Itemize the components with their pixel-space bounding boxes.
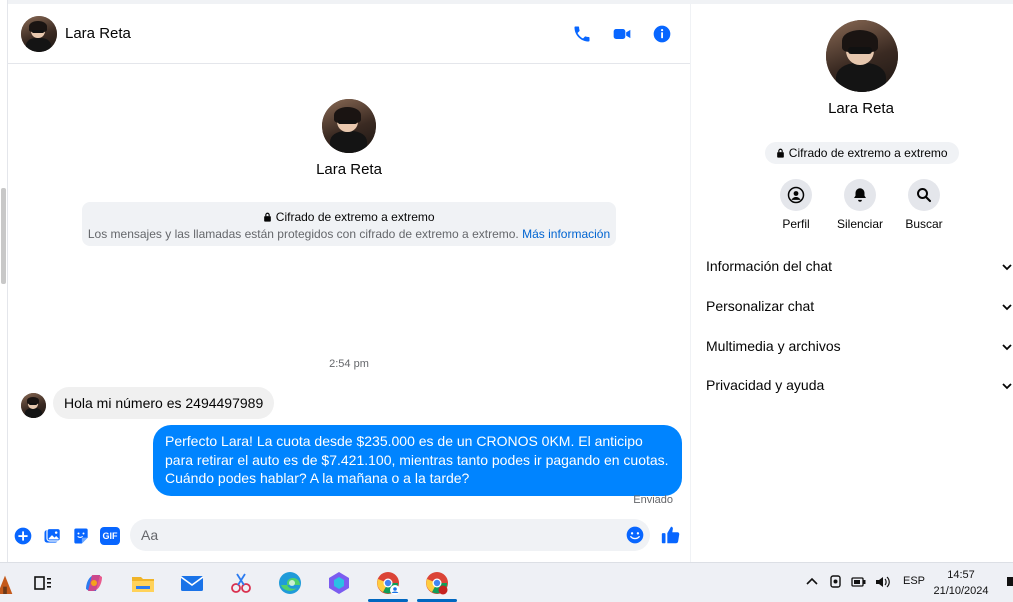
composer: GIF bbox=[8, 516, 690, 556]
widgets-icon[interactable] bbox=[0, 569, 16, 597]
mute-button[interactable]: Silenciar bbox=[828, 179, 892, 231]
emoji-icon[interactable] bbox=[625, 525, 645, 545]
chat-pane: Lara Reta Lara Reta Cifrado de extremo a… bbox=[8, 4, 690, 562]
message-timestamp: 2:54 pm bbox=[329, 358, 369, 370]
profile-icon bbox=[787, 186, 805, 204]
info-contact-name: Lara Reta bbox=[828, 100, 894, 117]
message-avatar[interactable] bbox=[21, 393, 46, 418]
section-media-files[interactable]: Multimedia y archivos bbox=[706, 338, 1013, 378]
chevron-down-icon bbox=[1002, 383, 1012, 390]
left-edge-strip bbox=[0, 0, 8, 562]
video-icon[interactable] bbox=[612, 24, 632, 44]
contact-name[interactable]: Lara Reta bbox=[65, 25, 131, 42]
edge-icon[interactable] bbox=[276, 569, 304, 597]
gif-icon[interactable]: GIF bbox=[100, 527, 120, 545]
section-chat-info[interactable]: Información del chat bbox=[706, 258, 1013, 298]
language-indicator[interactable]: ESP bbox=[903, 575, 925, 587]
more-info-link[interactable]: Más información bbox=[522, 227, 610, 241]
profile-button[interactable]: Perfil bbox=[764, 179, 828, 231]
search-button[interactable]: Buscar bbox=[892, 179, 956, 231]
chrome-icon[interactable] bbox=[423, 569, 451, 597]
info-icon[interactable] bbox=[652, 24, 672, 44]
chat-info-panel: Lara Reta Cifrado de extremo a extremo P… bbox=[691, 4, 1013, 562]
notification-icon[interactable] bbox=[1006, 575, 1013, 589]
chevron-down-icon bbox=[1002, 344, 1012, 351]
copilot-icon[interactable] bbox=[80, 569, 108, 597]
intro-contact-name: Lara Reta bbox=[316, 161, 382, 178]
chrome-profile-icon[interactable] bbox=[374, 569, 402, 597]
speaker-icon[interactable] bbox=[874, 574, 892, 590]
network-battery-icon[interactable] bbox=[851, 574, 869, 590]
snipping-tool-icon[interactable] bbox=[227, 569, 255, 597]
message-status: Enviado bbox=[633, 494, 673, 506]
scrollbar[interactable] bbox=[1, 188, 6, 284]
section-customize-chat[interactable]: Personalizar chat bbox=[706, 298, 1013, 338]
copilot-m365-icon[interactable] bbox=[325, 569, 353, 597]
clock-time: 14:57 bbox=[947, 569, 975, 581]
file-explorer-icon[interactable] bbox=[129, 569, 157, 597]
e2e-badge-label: Cifrado de extremo a extremo bbox=[788, 146, 948, 160]
sticker-icon[interactable] bbox=[71, 526, 91, 546]
chevron-down-icon bbox=[1002, 264, 1012, 271]
avatar[interactable] bbox=[21, 16, 57, 52]
search-label: Buscar bbox=[905, 217, 943, 231]
task-view-icon[interactable] bbox=[29, 569, 57, 597]
clock[interactable]: 14:57 21/10/2024 bbox=[925, 567, 997, 599]
lock-icon bbox=[264, 212, 272, 222]
chat-header: Lara Reta bbox=[8, 4, 690, 64]
intro-avatar[interactable] bbox=[322, 99, 376, 153]
clock-date: 21/10/2024 bbox=[933, 585, 989, 597]
profile-label: Perfil bbox=[782, 217, 810, 231]
lock-icon bbox=[777, 148, 785, 158]
e2e-badge[interactable]: Cifrado de extremo a extremo bbox=[765, 142, 959, 164]
e2e-title: Cifrado de extremo a extremo bbox=[275, 210, 435, 224]
search-icon bbox=[917, 188, 932, 203]
mail-icon[interactable] bbox=[178, 569, 206, 597]
taskbar: ESP 14:57 21/10/2024 bbox=[0, 562, 1013, 602]
chevron-down-icon bbox=[1002, 304, 1012, 311]
chevron-up-icon[interactable] bbox=[805, 575, 819, 589]
add-icon[interactable] bbox=[13, 526, 33, 546]
bell-icon bbox=[854, 188, 866, 202]
e2e-notice: Cifrado de extremo a extremo Los mensaje… bbox=[82, 202, 616, 246]
webcam-icon[interactable] bbox=[829, 573, 843, 591]
incoming-message[interactable]: Hola mi número es 2494497989 bbox=[53, 387, 275, 419]
section-privacy-help[interactable]: Privacidad y ayuda bbox=[706, 377, 1013, 417]
e2e-text: Los mensajes y las llamadas están proteg… bbox=[87, 227, 519, 241]
mute-label: Silenciar bbox=[836, 217, 884, 231]
like-icon[interactable] bbox=[660, 524, 682, 546]
screen: Lara Reta Lara Reta Cifrado de extremo a… bbox=[0, 0, 1013, 602]
outgoing-message[interactable]: Perfecto Lara! La cuota desde $235.000 e… bbox=[153, 425, 682, 496]
message-input[interactable] bbox=[130, 519, 650, 551]
info-avatar[interactable] bbox=[826, 20, 898, 92]
phone-icon[interactable] bbox=[572, 24, 592, 44]
photo-icon[interactable] bbox=[42, 526, 62, 546]
